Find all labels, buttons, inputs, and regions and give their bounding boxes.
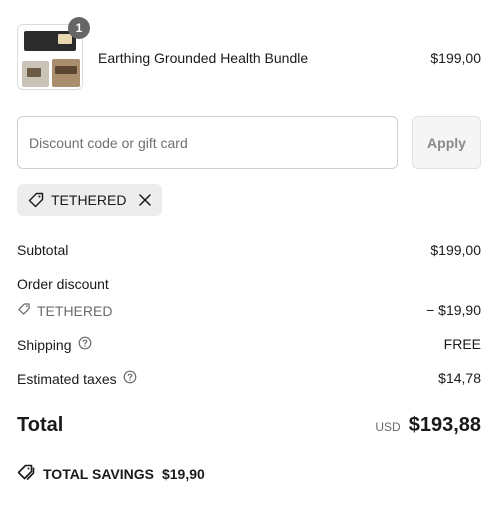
tag-icon [17, 302, 31, 319]
subtotal-row: Subtotal $199,00 [17, 242, 481, 258]
product-name: Earthing Grounded Health Bundle [98, 50, 309, 66]
shipping-value: FREE [443, 336, 481, 352]
total-savings-value: $19,90 [161, 465, 205, 482]
total-value: $193,88 [408, 414, 481, 436]
quantity-badge: 1 [68, 17, 90, 39]
total-savings: TOTAL SAVINGS $19,90 [17, 463, 205, 484]
discount-code-input[interactable] [17, 116, 398, 169]
apply-button[interactable]: Apply [412, 116, 481, 169]
taxes-label: Estimated taxes [17, 370, 117, 387]
taxes-row: Estimated taxes $14,78 [17, 370, 481, 387]
total-label: Total [17, 414, 64, 436]
shipping-label: Shipping [17, 336, 72, 353]
product-image-box [58, 34, 72, 44]
total-currency: USD [375, 420, 401, 434]
line-item: 1 Earthing Grounded Health Bundle $199,0… [17, 17, 481, 92]
help-circle-icon[interactable] [78, 336, 92, 353]
order-discount-row: Order discount [17, 276, 481, 292]
taxes-value: $14,78 [438, 370, 481, 386]
shipping-row: Shipping FREE [17, 336, 481, 353]
subtotal-label: Subtotal [17, 242, 69, 258]
order-discount-code: TETHERED [37, 302, 113, 319]
help-circle-icon[interactable] [123, 370, 137, 387]
subtotal-value: $199,00 [430, 242, 481, 258]
product-price: $199,00 [430, 50, 481, 66]
close-icon[interactable] [138, 193, 152, 207]
tags-icon [17, 463, 35, 484]
applied-code-label: TETHERED [51, 192, 127, 208]
order-discount-label: Order discount [17, 276, 109, 292]
applied-discount-tag: TETHERED [17, 184, 163, 216]
product-image-detail [27, 68, 41, 77]
order-discount-value: − $19,90 [426, 302, 481, 318]
total-amount: USD $193,88 [375, 414, 481, 437]
total-savings-label: TOTAL SAVINGS [43, 465, 154, 482]
product-image-stack [55, 66, 77, 74]
order-discount-code-row: TETHERED − $19,90 [17, 302, 481, 319]
tag-icon [27, 191, 45, 209]
